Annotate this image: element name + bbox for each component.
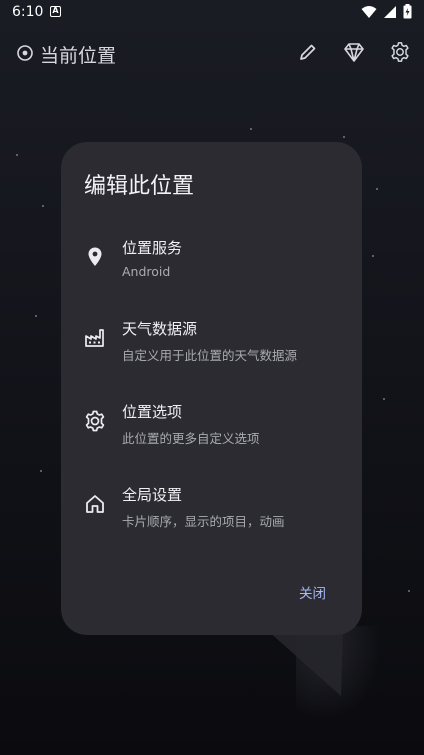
background-star [250,128,252,130]
factory-icon [83,326,107,350]
location-pin-icon [83,245,107,269]
status-time: 6:10 [12,4,44,20]
notification-a-icon: A [50,6,61,17]
background-star [16,154,18,156]
menu-item-title: 位置服务 [122,239,183,257]
menu-item-location-service[interactable]: 位置服务 Android [61,229,362,299]
background-star [35,315,37,317]
dialog-title: 编辑此位置 [84,174,195,199]
menu-item-subtitle: 自定义用于此位置的天气数据源 [122,348,298,363]
background-star [40,470,42,472]
menu-item-title: 全局设置 [122,486,183,504]
wifi-icon [361,4,377,23]
menu-item-title: 位置选项 [122,403,183,421]
top-app-bar: 当前位置 [0,30,424,78]
current-location-icon[interactable] [16,44,34,62]
gear-icon [83,409,107,433]
settings-button[interactable] [388,40,412,64]
home-icon [83,492,107,516]
background-star [343,136,345,138]
menu-item-subtitle: Android [122,264,171,279]
edit-location-dialog: 编辑此位置 位置服务 Android 天气数据源 自定义用于此位置的天气数据源 … [61,142,362,635]
background-star [383,398,385,400]
signal-icon [383,4,397,23]
top-actions [296,40,412,64]
menu-item-subtitle: 此位置的更多自定义选项 [122,431,260,446]
close-button[interactable]: 关闭 [299,582,326,602]
background-star [372,255,374,257]
edit-button[interactable] [296,40,320,64]
menu-item-title: 天气数据源 [122,320,198,338]
location-title[interactable]: 当前位置 [40,41,116,68]
manage-locations-button[interactable] [342,40,366,64]
menu-item-weather-source[interactable]: 天气数据源 自定义用于此位置的天气数据源 [61,310,362,380]
gear-icon [391,42,409,62]
menu-item-subtitle: 卡片顺序，显示的项目，动画 [122,514,285,529]
menu-item-location-options[interactable]: 位置选项 此位置的更多自定义选项 [61,393,362,463]
background-star [408,590,410,592]
background-star [42,205,44,207]
menu-item-global-settings[interactable]: 全局设置 卡片顺序，显示的项目，动画 [61,476,362,546]
pencil-icon [300,44,316,60]
battery-icon [403,4,412,23]
status-icons [361,4,412,23]
background-star [376,188,378,190]
status-bar: 6:10 A [0,0,424,26]
balloon-icon [344,43,364,62]
